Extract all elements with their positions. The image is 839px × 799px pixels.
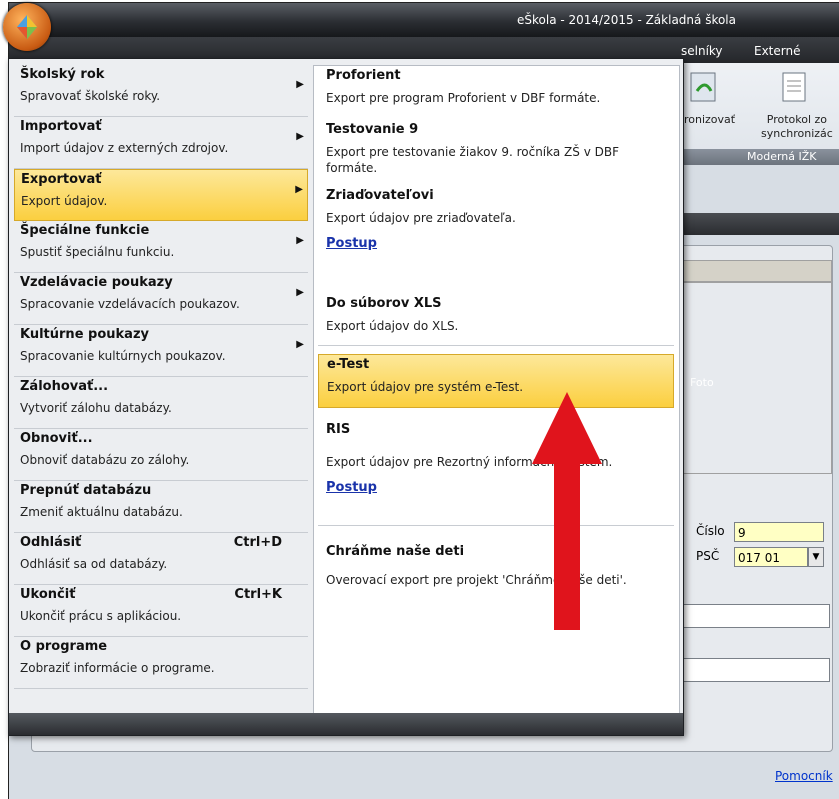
- export-item-1[interactable]: Testovanie 9 Export pre testovanie žiakov…: [318, 120, 674, 182]
- menu-item-title: O programe: [20, 639, 108, 654]
- menu-item-6[interactable]: Zálohovať... Vytvoriť zálohu databázy.: [14, 377, 308, 429]
- ribbon-group-label: Moderná IŽK: [747, 150, 817, 163]
- export-item-desc: Overovací export pre projekt 'Chráňme na…: [326, 573, 627, 587]
- export-item-4[interactable]: e-Test Export údajov pre systém e-Test.: [318, 354, 674, 408]
- export-item-title: Do súborov XLS: [326, 296, 442, 311]
- psc-field[interactable]: 017 01: [734, 547, 808, 567]
- menu-item-11[interactable]: O programe Zobraziť informácie o programe…: [14, 637, 308, 689]
- menu-item-0[interactable]: Školský rok Spravovať školské roky. ▶: [14, 65, 308, 117]
- postup-link[interactable]: Postup: [326, 480, 377, 495]
- export-item-title: Testovanie 9: [326, 122, 419, 137]
- submenu-arrow-icon: ▶: [296, 79, 304, 90]
- menu-item-10[interactable]: Ukončiť Ukončiť prácu s aplikáciou. Ctrl+K: [14, 585, 308, 637]
- export-item-0[interactable]: Proforient Export pre program Proforient …: [318, 66, 674, 118]
- postup-link[interactable]: Postup: [326, 236, 377, 251]
- submenu-arrow-icon: ▶: [296, 287, 304, 298]
- export-submenu: Proforient Export pre program Proforient …: [313, 65, 680, 715]
- menu-item-3[interactable]: Špeciálne funkcie Spustiť špeciálnu funkc…: [14, 221, 308, 273]
- export-item-desc: Export údajov pre zriaďovateľa.: [326, 211, 516, 225]
- export-item-desc: Export údajov do XLS.: [326, 319, 459, 333]
- cislo-label: Číslo: [696, 524, 725, 538]
- ribbon-label-sync[interactable]: hronizovať: [677, 113, 735, 127]
- menu-item-desc: Spracovanie vzdelávacích poukazov.: [20, 297, 240, 311]
- export-item-title: Zriaďovateľovi: [326, 188, 434, 203]
- help-link[interactable]: Pomocník: [775, 769, 833, 783]
- menu-item-shortcut: Ctrl+D: [233, 535, 282, 550]
- menu-item-title: Odhlásiť: [20, 535, 82, 550]
- window-title: eŠkola - 2014/2015 - Základná škola: [517, 13, 736, 27]
- menu-item-desc: Export údajov.: [21, 194, 108, 208]
- submenu-arrow-icon: ▶: [296, 131, 304, 142]
- menu-item-title: Prepnúť databázu: [20, 483, 152, 498]
- menu-item-desc: Obnoviť databázu zo zálohy.: [20, 453, 190, 467]
- export-item-3[interactable]: Do súborov XLS Export údajov do XLS.: [318, 294, 674, 346]
- menu-item-shortcut: Ctrl+K: [234, 587, 282, 602]
- panel-header: [680, 260, 832, 282]
- menu-item-8[interactable]: Prepnúť databázu Zmeniť aktuálnu databázu…: [14, 481, 308, 533]
- psc-dropdown-button[interactable]: ▼: [808, 547, 824, 567]
- submenu-arrow-icon: ▶: [296, 235, 304, 246]
- menu-item-desc: Zobraziť informácie o programe.: [20, 661, 215, 675]
- text-field-1[interactable]: [680, 604, 830, 628]
- menu-item-desc: Odhlásiť sa od databázy.: [20, 557, 168, 571]
- menu-item-5[interactable]: Kultúrne poukazy Spracovanie kultúrnych p…: [14, 325, 308, 377]
- protocol-icon[interactable]: [779, 71, 809, 105]
- menu-item-desc: Zmeniť aktuálnu databázu.: [20, 505, 183, 519]
- menu-item-title: Školský rok: [20, 67, 105, 82]
- export-item-5[interactable]: RIS Export údajov pre Rezortný informačný…: [318, 420, 674, 526]
- menu-item-title: Zálohovať...: [20, 379, 109, 394]
- export-item-desc: Export pre program Proforient v DBF form…: [326, 91, 601, 105]
- menu-item-title: Špeciálne funkcie: [20, 223, 150, 238]
- export-item-title: Chráňme naše deti: [326, 544, 465, 559]
- cislo-field[interactable]: 9: [734, 522, 824, 542]
- export-item-title: Proforient: [326, 68, 401, 83]
- menu-item-2[interactable]: Exportovať Export údajov. ▶: [14, 169, 308, 221]
- menu-footer: [9, 713, 683, 735]
- export-item-2[interactable]: Zriaďovateľovi Export údajov pre zriaďova…: [318, 186, 674, 266]
- menu-item-title: Obnoviť...: [20, 431, 93, 446]
- menu-item-9[interactable]: Odhlásiť Odhlásiť sa od databázy. Ctrl+D: [14, 533, 308, 585]
- menu-separator: [14, 688, 308, 689]
- app-logo-icon: [17, 15, 37, 39]
- main-menu-list: Školský rok Spravovať školské roky. ▶ Impor…: [9, 59, 311, 713]
- export-item-title: RIS: [326, 422, 351, 437]
- menu-item-title: Ukončiť: [20, 587, 76, 602]
- submenu-arrow-icon: ▶: [296, 339, 304, 350]
- menu-item-title: Kultúrne poukazy: [20, 327, 149, 342]
- psc-label: PSČ: [696, 549, 720, 563]
- photo-label: Foto: [690, 376, 714, 389]
- export-item-desc: Export údajov pre Rezortný informačný sy…: [326, 455, 613, 469]
- app-menu-button[interactable]: [3, 3, 51, 51]
- menu-item-title: Exportovať: [21, 172, 102, 187]
- menu-item-desc: Import údajov z externých zdrojov.: [20, 141, 229, 155]
- menu-item-title: Vzdelávacie poukazy: [20, 275, 173, 290]
- menu-item-title: Importovať: [20, 119, 102, 134]
- export-item-desc: Export pre testovanie žiakov 9. ročníka …: [326, 145, 619, 175]
- menu-item-desc: Spustiť špeciálnu funkciu.: [20, 245, 175, 259]
- menu-item-1[interactable]: Importovať Import údajov z externých zdro…: [14, 117, 308, 169]
- red-arrow-icon: [532, 392, 602, 630]
- menu-item-desc: Vytvoriť zálohu databázy.: [20, 401, 172, 415]
- menu-item-desc: Ukončiť prácu s aplikáciou.: [20, 609, 182, 623]
- menu-item-desc: Spravovať školské roky.: [20, 89, 161, 103]
- export-item-desc: Export údajov pre systém e-Test.: [327, 380, 524, 394]
- menu-separator: [318, 525, 674, 526]
- menu-item-4[interactable]: Vzdelávacie poukazy Spracovanie vzdelávac…: [14, 273, 308, 325]
- export-item-6[interactable]: Chráňme naše deti Overovací export pre pr…: [318, 542, 674, 602]
- menu-item-desc: Spracovanie kultúrnych poukazov.: [20, 349, 226, 363]
- ribbon-label-protocol[interactable]: Protokol zo synchronizác: [761, 113, 833, 141]
- menu-item-7[interactable]: Obnoviť... Obnoviť databázu zo zálohy.: [14, 429, 308, 481]
- menu-separator: [318, 345, 674, 346]
- export-item-title: e-Test: [327, 357, 370, 372]
- sync-icon[interactable]: [689, 71, 719, 105]
- tab-externe[interactable]: Externé: [754, 44, 800, 58]
- submenu-arrow-icon: ▶: [295, 184, 303, 195]
- text-field-2[interactable]: [680, 658, 830, 682]
- tab-ciselniky[interactable]: selníky: [681, 44, 723, 58]
- title-bar: eŠkola - 2014/2015 - Základná škola: [9, 3, 839, 37]
